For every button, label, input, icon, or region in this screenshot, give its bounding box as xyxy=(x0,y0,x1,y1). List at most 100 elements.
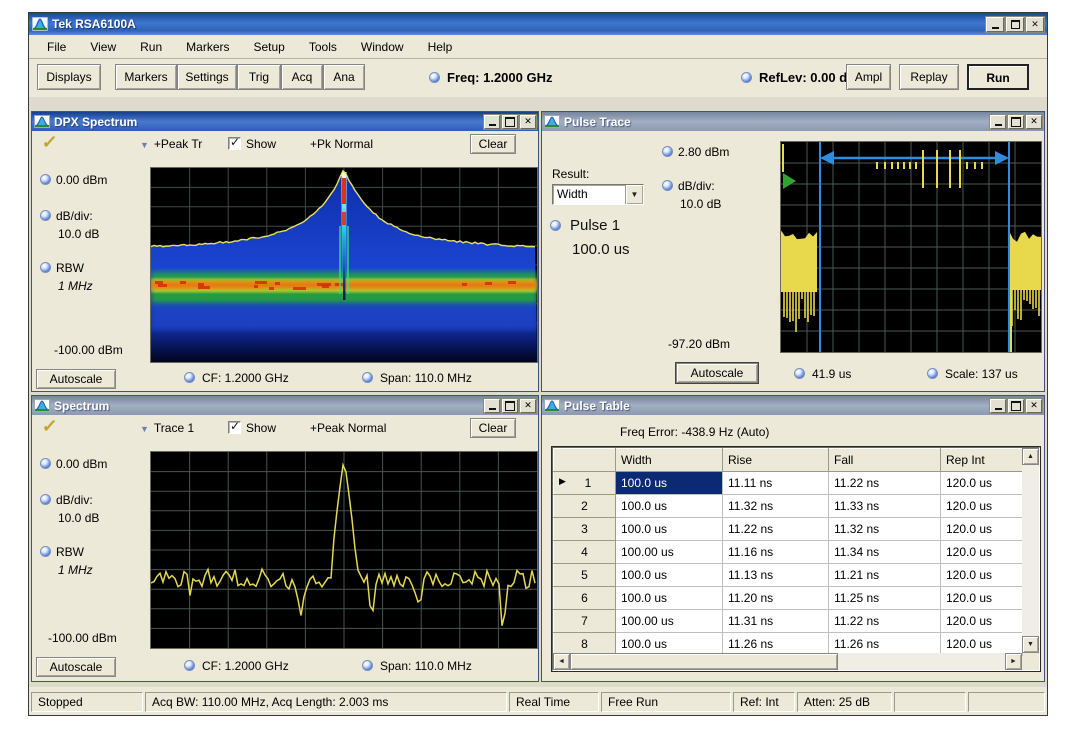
cell[interactable]: 11.11 ns xyxy=(723,472,829,495)
dpx-autoscale-button[interactable]: Autoscale xyxy=(36,369,116,389)
cell[interactable]: 120.0 us xyxy=(941,587,1023,610)
menu-help[interactable]: Help xyxy=(416,37,465,57)
horizontal-scrollbar[interactable]: ◄ ► xyxy=(553,653,1022,670)
dpx-rbw-label[interactable]: RBW xyxy=(40,261,84,275)
dpx-enabled-check-icon[interactable]: ✓ xyxy=(41,132,59,153)
settings-button[interactable]: Settings xyxy=(177,64,237,90)
cell[interactable]: 120.0 us xyxy=(941,610,1023,633)
minimize-button[interactable] xyxy=(986,17,1004,32)
cell[interactable]: 11.31 ns xyxy=(723,610,829,633)
scrollbar-thumb[interactable] xyxy=(570,653,838,670)
spectrum-title-bar: Spectrum ✕ xyxy=(32,396,538,415)
row-marker-cell[interactable]: ▶1 xyxy=(554,472,616,495)
close-button[interactable]: ✕ xyxy=(1026,17,1044,32)
dpx-show-checkbox[interactable]: ✓Show xyxy=(228,137,276,151)
cell[interactable]: 11.33 ns xyxy=(829,495,941,518)
dpx-minimize-button[interactable] xyxy=(484,115,500,129)
menu-window[interactable]: Window xyxy=(349,37,416,57)
cell[interactable]: 120.0 us xyxy=(941,472,1023,495)
cell[interactable]: 11.16 ns xyxy=(723,541,829,564)
menu-run[interactable]: Run xyxy=(128,37,174,57)
spectrum-rbw-label[interactable]: RBW xyxy=(40,545,84,559)
spectrum-dbdiv-label[interactable]: dB/div: xyxy=(40,493,93,507)
pt-minimize-button[interactable] xyxy=(990,115,1006,129)
cell[interactable]: 100.0 us xyxy=(616,518,723,541)
cell[interactable]: 100.0 us xyxy=(616,564,723,587)
scroll-right-icon[interactable]: ► xyxy=(1005,653,1022,670)
dpx-top-level[interactable]: 0.00 dBm xyxy=(40,173,107,187)
cell[interactable]: 100.0 us xyxy=(616,495,723,518)
vertical-scrollbar[interactable]: ▲ ▼ xyxy=(1022,448,1039,653)
ptbl-maximize-button[interactable] xyxy=(1008,399,1024,413)
spectrum-cf-readout[interactable]: CF: 1.2000 GHz xyxy=(184,659,289,673)
freq-readout[interactable]: Freq: 1.2000 GHz xyxy=(429,70,553,85)
spectrum-autoscale-button[interactable]: Autoscale xyxy=(36,657,116,677)
pt-pulse-label[interactable]: Pulse 1 xyxy=(550,217,620,234)
cell[interactable]: 11.34 ns xyxy=(829,541,941,564)
pt-time-readout[interactable]: 41.9 us xyxy=(794,367,851,381)
scroll-up-icon[interactable]: ▲ xyxy=(1022,448,1039,465)
cell[interactable]: 11.22 ns xyxy=(829,472,941,495)
spectrum-top-level[interactable]: 0.00 dBm xyxy=(40,457,107,471)
cell[interactable]: 11.22 ns xyxy=(723,518,829,541)
pt-dbdiv-label[interactable]: dB/div: xyxy=(662,179,715,193)
cell[interactable]: 120.0 us xyxy=(941,495,1023,518)
cell[interactable]: 100.0 us xyxy=(616,587,723,610)
dpx-close-button[interactable]: ✕ xyxy=(520,115,536,129)
cell[interactable]: 120.0 us xyxy=(941,564,1023,587)
pt-top-level[interactable]: 2.80 dBm xyxy=(662,145,729,159)
scroll-left-icon[interactable]: ◄ xyxy=(553,653,570,670)
pt-close-button[interactable]: ✕ xyxy=(1026,115,1042,129)
cell[interactable]: 11.21 ns xyxy=(829,564,941,587)
cell[interactable]: 100.00 us xyxy=(616,610,723,633)
pt-maximize-button[interactable] xyxy=(1008,115,1024,129)
menu-view[interactable]: View xyxy=(78,37,128,57)
displays-button[interactable]: Displays xyxy=(37,64,101,90)
dpx-dbdiv-label[interactable]: dB/div: xyxy=(40,209,93,223)
cell[interactable]: 100.0 us xyxy=(616,472,723,495)
spec-minimize-button[interactable] xyxy=(484,399,500,413)
menu-tools[interactable]: Tools xyxy=(297,37,349,57)
menu-markers[interactable]: Markers xyxy=(174,37,241,57)
ptbl-minimize-button[interactable] xyxy=(990,399,1006,413)
dpx-cf-readout[interactable]: CF: 1.2000 GHz xyxy=(184,371,289,385)
ana-button[interactable]: Ana xyxy=(323,64,365,90)
spec-close-button[interactable]: ✕ xyxy=(520,399,536,413)
menu-setup[interactable]: Setup xyxy=(242,37,297,57)
spectrum-show-checkbox[interactable]: ✓Show xyxy=(228,421,276,435)
scroll-down-icon[interactable]: ▼ xyxy=(1022,636,1039,653)
pt-autoscale-button[interactable]: Autoscale xyxy=(676,363,758,383)
cell[interactable]: 120.0 us xyxy=(941,541,1023,564)
cell[interactable]: 11.32 ns xyxy=(723,495,829,518)
restore-button[interactable] xyxy=(1006,17,1024,32)
cell[interactable]: 120.0 us xyxy=(941,518,1023,541)
cell[interactable]: 11.22 ns xyxy=(829,610,941,633)
cell[interactable]: 11.25 ns xyxy=(829,587,941,610)
replay-button[interactable]: Replay xyxy=(899,64,959,90)
dpx-span-readout[interactable]: Span: 110.0 MHz xyxy=(362,371,472,385)
status-empty-2 xyxy=(968,692,1045,712)
acq-button[interactable]: Acq xyxy=(281,64,323,90)
spectrum-trace-selector[interactable]: ▼Trace 1 xyxy=(140,421,194,435)
spectrum-span-readout[interactable]: Span: 110.0 MHz xyxy=(362,659,472,673)
cell[interactable]: 100.00 us xyxy=(616,541,723,564)
pt-scale-readout[interactable]: Scale: 137 us xyxy=(927,367,1018,381)
orb-icon xyxy=(40,546,51,557)
cell[interactable]: 11.32 ns xyxy=(829,518,941,541)
ptbl-close-button[interactable]: ✕ xyxy=(1026,399,1042,413)
run-button[interactable]: Run xyxy=(967,64,1029,90)
result-select[interactable]: Width ▼ xyxy=(552,184,644,205)
cell[interactable]: 11.13 ns xyxy=(723,564,829,587)
ampl-button[interactable]: Ampl xyxy=(846,64,891,90)
spectrum-enabled-check-icon[interactable]: ✓ xyxy=(41,416,59,437)
spec-maximize-button[interactable] xyxy=(502,399,518,413)
dpx-maximize-button[interactable] xyxy=(502,115,518,129)
spectrum-clear-button[interactable]: Clear xyxy=(470,418,516,438)
menu-file[interactable]: File xyxy=(35,37,78,57)
markers-button[interactable]: Markers xyxy=(115,64,177,90)
trig-button[interactable]: Trig xyxy=(237,64,281,90)
screen: Tek RSA6100A ✕ File View Run Markers Set… xyxy=(0,0,1075,730)
dpx-trace-selector[interactable]: ▼+Peak Tr xyxy=(140,137,202,151)
cell[interactable]: 11.20 ns xyxy=(723,587,829,610)
dpx-clear-button[interactable]: Clear xyxy=(470,134,516,154)
